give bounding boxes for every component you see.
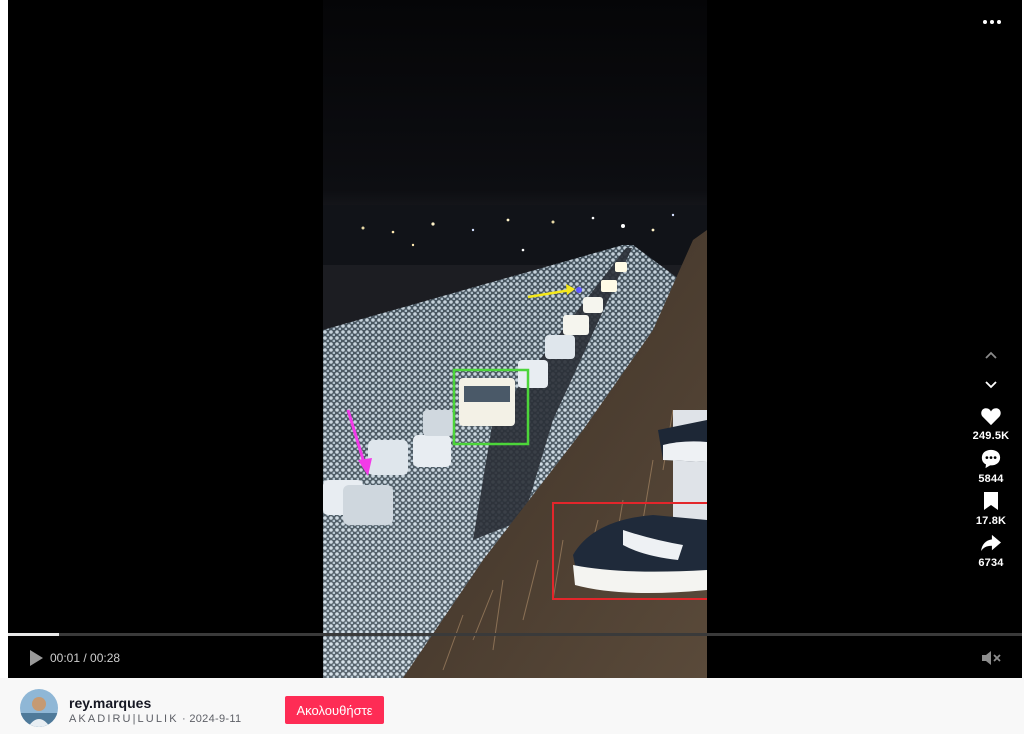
- more-options-button[interactable]: [978, 10, 1006, 34]
- follow-button[interactable]: Ακολουθήστε: [285, 696, 384, 724]
- chevron-up-icon: [985, 351, 997, 359]
- author-bar: [0, 678, 1024, 734]
- author-subline: AKADIRU|LULIK · 2024-9-11: [69, 713, 241, 725]
- time-display: 00:01 / 00:28: [50, 651, 120, 665]
- bookmark-icon: [983, 492, 998, 510]
- mute-button[interactable]: [980, 648, 1004, 668]
- video-scene: [323, 0, 707, 678]
- previous-video-button[interactable]: [975, 340, 1007, 370]
- ellipsis-icon: [983, 20, 987, 24]
- play-button[interactable]: [26, 648, 46, 668]
- video-player[interactable]: 249.5K 5844 17.8K 6734 00:01 / 00:28: [8, 0, 1022, 678]
- like-button[interactable]: 249.5K: [973, 406, 1010, 442]
- comment-button[interactable]: 5844: [978, 448, 1003, 485]
- bookmark-count: 17.8K: [975, 515, 1007, 527]
- share-button[interactable]: 6734: [978, 533, 1003, 569]
- post-date: 2024-9-11: [189, 713, 242, 725]
- share-count: 6734: [978, 557, 1004, 569]
- heart-icon: [981, 408, 1001, 426]
- time-separator: /: [80, 651, 91, 665]
- comment-count: 5844: [978, 473, 1004, 485]
- muted-speaker-icon: [982, 651, 1001, 665]
- current-time: 00:01: [50, 651, 81, 665]
- action-rail: 249.5K 5844 17.8K 6734: [960, 340, 1022, 569]
- author-avatar[interactable]: [20, 689, 58, 727]
- duration: 00:28: [90, 651, 121, 665]
- author-username[interactable]: rey.marques: [69, 695, 151, 711]
- next-video-button[interactable]: [975, 370, 1007, 400]
- bookmark-button[interactable]: 17.8K: [976, 491, 1006, 527]
- avatar-image: [20, 689, 58, 727]
- author-nickname: AKADIRU|LULIK: [69, 713, 179, 725]
- video-frame[interactable]: [323, 0, 707, 678]
- chevron-down-icon: [985, 381, 997, 389]
- subline-dot: ·: [178, 713, 190, 725]
- like-count: 249.5K: [972, 430, 1010, 442]
- play-icon: [30, 650, 43, 666]
- player-controls: 00:01 / 00:28: [8, 640, 1022, 676]
- progress-bar[interactable]: [8, 633, 1022, 636]
- city-lights: [323, 205, 707, 265]
- comment-icon: [981, 449, 1001, 469]
- share-icon: [981, 534, 1001, 552]
- progress-fill: [8, 633, 59, 636]
